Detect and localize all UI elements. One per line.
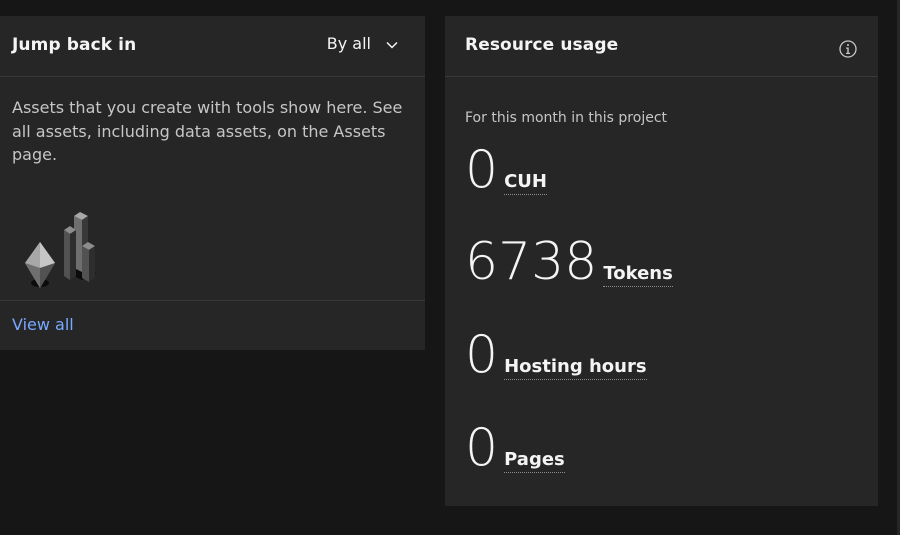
metric-unit-cuh[interactable]: CUH <box>504 171 547 195</box>
metric-value: 0 <box>465 325 499 385</box>
resource-usage-tile: Resource usage For this month in this pr… <box>445 16 878 506</box>
by-all-filter-dropdown[interactable]: By all <box>327 34 399 53</box>
cuh-metric: 0 CUH <box>465 144 547 196</box>
hosting-hours-metric: 0 Hosting hours <box>465 329 647 381</box>
jump-back-in-tile: Jump back in By all Assets that you crea… <box>0 16 425 350</box>
tokens-metric: 6738 Tokens <box>465 236 673 288</box>
jump-back-in-description: Assets that you create with tools show h… <box>12 98 403 164</box>
metric-value: 0 <box>465 140 499 200</box>
jump-back-in-title: Jump back in <box>12 35 137 55</box>
chevron-down-icon <box>385 37 399 51</box>
filter-dropdown-label: By all <box>326 34 371 53</box>
metric-unit-tokens[interactable]: Tokens <box>603 263 673 287</box>
assets-illustration <box>18 196 100 292</box>
metric-unit-pages[interactable]: Pages <box>504 449 565 473</box>
metric-unit-hosting-hours[interactable]: Hosting hours <box>504 356 647 380</box>
jump-back-in-footer: View all <box>0 300 425 351</box>
view-all-link[interactable]: View all <box>12 315 74 334</box>
pages-metric: 0 Pages <box>465 422 565 474</box>
metric-value: 6738 <box>465 232 598 292</box>
information-icon[interactable] <box>838 39 858 59</box>
jump-back-in-header: Jump back in By all <box>0 16 425 77</box>
metric-value: 0 <box>465 418 499 478</box>
page: Jump back in By all Assets that you crea… <box>0 0 900 535</box>
resource-usage-header: Resource usage <box>445 16 878 77</box>
resource-usage-title: Resource usage <box>465 35 619 55</box>
usage-period-caption: For this month in this project <box>465 110 668 126</box>
